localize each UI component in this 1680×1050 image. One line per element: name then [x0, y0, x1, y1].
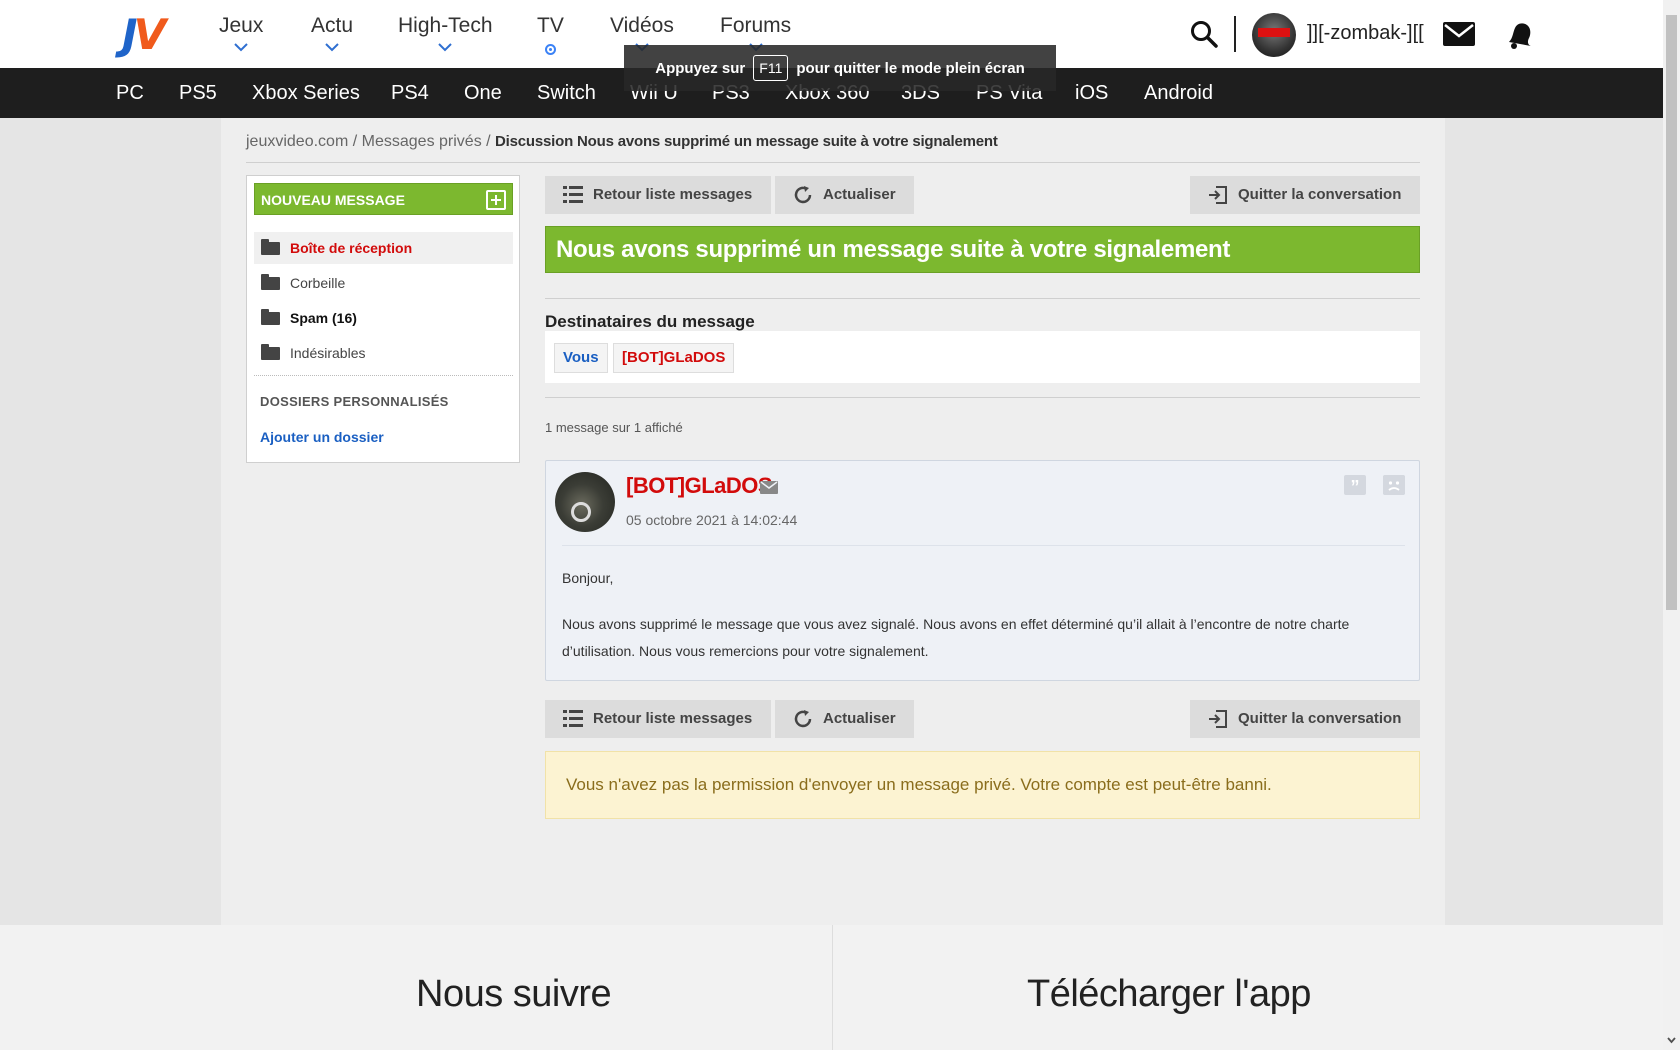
- nav-label: Vidéos: [610, 14, 674, 37]
- message-text: Nous avons supprimé le message que vous …: [562, 616, 1350, 659]
- platform-link[interactable]: iOS: [1075, 82, 1108, 105]
- nav-label: Forums: [720, 14, 792, 37]
- fullscreen-notice: Appuyez sur F11 pour quitter le mode ple…: [624, 45, 1056, 91]
- recipients-heading: Destinataires du message: [545, 312, 755, 331]
- footer-app-title: Télécharger l'app: [1027, 973, 1311, 1015]
- folder-icon: [261, 344, 280, 360]
- folder-icon: [261, 309, 280, 325]
- list-icon: [563, 710, 583, 727]
- refresh-button[interactable]: Actualiser: [775, 176, 914, 214]
- divider: [545, 298, 1420, 299]
- divider: [545, 397, 1420, 398]
- add-folder-link[interactable]: Ajouter un dossier: [260, 429, 384, 445]
- nav-item-actu[interactable]: Actu: [311, 14, 353, 52]
- nav-item-jeux[interactable]: Jeux: [219, 14, 263, 52]
- folder-icon: [261, 239, 280, 255]
- divider: [246, 162, 1420, 163]
- footer: Nous suivre Télécharger l'app: [0, 925, 1663, 1050]
- author-avatar[interactable]: [555, 472, 615, 532]
- refresh-icon: [794, 710, 812, 728]
- user-avatar[interactable]: [1252, 13, 1296, 57]
- report-icon[interactable]: [1383, 475, 1405, 495]
- chevron-down-icon: [234, 43, 248, 52]
- jv-logo[interactable]: JV: [122, 14, 166, 56]
- chevron-down-icon: [325, 43, 339, 52]
- nav-label: High-Tech: [398, 14, 493, 37]
- recipient-chip-bot[interactable]: [BOT]GLaDOS: [613, 343, 735, 373]
- message-card: [BOT]GLaDOS 05 octobre 2021 à 14:02:44 ”…: [545, 460, 1420, 681]
- breadcrumb-home[interactable]: jeuxvideo.com: [246, 133, 348, 150]
- message-author[interactable]: [BOT]GLaDOS: [626, 473, 773, 499]
- refresh-button-bottom[interactable]: Actualiser: [775, 700, 914, 738]
- folder-unwanted[interactable]: Indésirables: [254, 337, 513, 369]
- recipient-chip-you[interactable]: Vous: [554, 343, 608, 373]
- folder-icon: [261, 274, 280, 290]
- exit-icon: [1209, 710, 1227, 728]
- bell-icon[interactable]: [1505, 20, 1533, 50]
- folder-spam[interactable]: Spam (16): [254, 302, 513, 334]
- leave-conversation-button-bottom[interactable]: Quitter la conversation: [1190, 700, 1420, 738]
- new-message-button[interactable]: NOUVEAU MESSAGE: [254, 183, 513, 215]
- chevron-down-icon: [438, 43, 452, 52]
- nav-item-high-tech[interactable]: High-Tech: [398, 14, 493, 52]
- platform-link[interactable]: Android: [1144, 82, 1213, 105]
- custom-folders-heading: DOSSIERS PERSONNALISÉS: [260, 394, 449, 409]
- recipients-box: Vous [BOT]GLaDOS: [545, 331, 1420, 383]
- sidebar-divider: [254, 375, 513, 376]
- message-body: Bonjour, Nous avons supprimé le message …: [562, 565, 1405, 684]
- pm-sidebar: NOUVEAU MESSAGE Boîte de réception Corbe…: [246, 175, 520, 463]
- breadcrumb-section[interactable]: Messages privés: [362, 133, 482, 150]
- scroll-down-arrow-icon[interactable]: [1667, 1036, 1676, 1045]
- conversation-title: Nous avons supprimé un message suite à v…: [545, 226, 1420, 273]
- footer-divider: [832, 925, 833, 1050]
- platform-link[interactable]: One: [464, 82, 502, 105]
- message-count: 1 message sur 1 affiché: [545, 420, 683, 435]
- back-to-list-button[interactable]: Retour liste messages: [545, 176, 771, 214]
- footer-follow-title: Nous suivre: [416, 973, 612, 1015]
- message-date: 05 octobre 2021 à 14:02:44: [626, 512, 798, 528]
- permission-warning: Vous n'avez pas la permission d'envoyer …: [545, 751, 1420, 819]
- breadcrumb-current: Discussion Nous avons supprimé un messag…: [495, 133, 998, 150]
- nav-label: Actu: [311, 14, 354, 37]
- back-to-list-button-bottom[interactable]: Retour liste messages: [545, 700, 771, 738]
- plus-icon: [486, 190, 506, 210]
- platform-link[interactable]: Xbox Series: [252, 82, 360, 105]
- refresh-icon: [794, 186, 812, 204]
- header-divider: [1234, 16, 1236, 52]
- message-greeting: Bonjour,: [562, 570, 614, 586]
- platform-link[interactable]: PS5: [179, 82, 217, 105]
- breadcrumb: jeuxvideo.com / Messages privés / Discus…: [246, 133, 998, 150]
- search-icon[interactable]: [1190, 20, 1218, 48]
- mail-icon[interactable]: [1443, 22, 1475, 46]
- scrollbar-thumb[interactable]: [1666, 15, 1677, 610]
- folder-inbox[interactable]: Boîte de réception: [254, 232, 513, 264]
- exit-icon: [1209, 186, 1227, 204]
- platform-link[interactable]: PS4: [391, 82, 429, 105]
- page-scrollbar[interactable]: [1663, 0, 1680, 1050]
- nav-item-tv[interactable]: TV: [537, 14, 564, 55]
- message-divider: [562, 545, 1405, 546]
- nav-label: TV: [537, 14, 564, 37]
- f11-key: F11: [753, 55, 789, 81]
- envelope-icon[interactable]: [760, 481, 778, 494]
- list-icon: [563, 186, 583, 203]
- folder-trash[interactable]: Corbeille: [254, 267, 513, 299]
- platform-link[interactable]: Switch: [537, 82, 596, 105]
- nav-label: Jeux: [219, 14, 264, 37]
- quote-icon[interactable]: ”: [1344, 475, 1366, 497]
- platform-link[interactable]: PC: [116, 82, 144, 105]
- leave-conversation-button[interactable]: Quitter la conversation: [1190, 176, 1420, 214]
- username[interactable]: ]][-zombak-][[: [1307, 22, 1424, 45]
- live-dot-icon: [544, 44, 556, 55]
